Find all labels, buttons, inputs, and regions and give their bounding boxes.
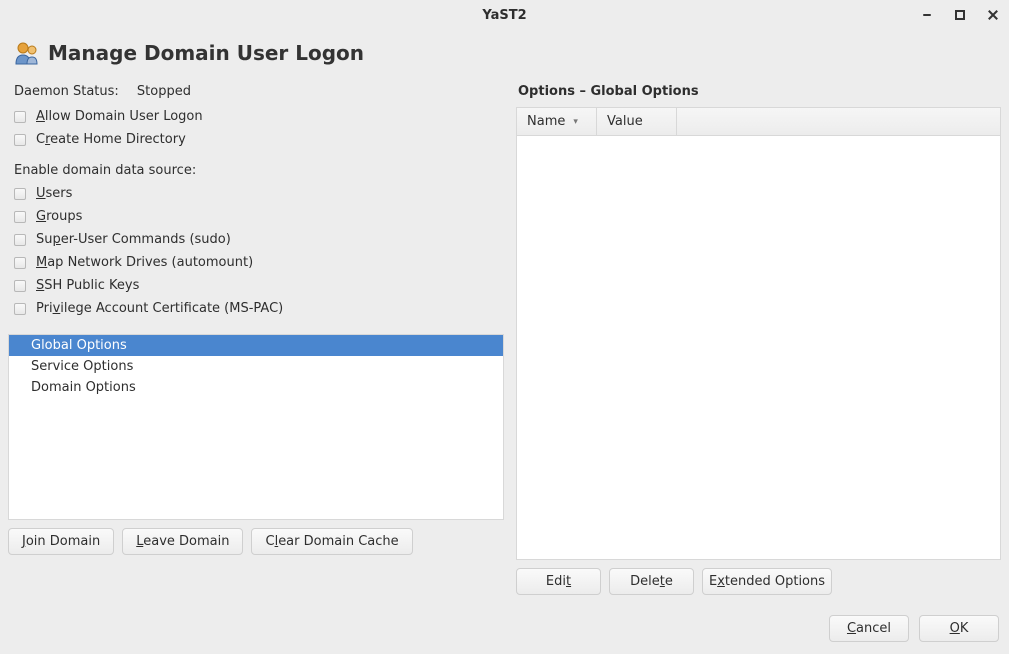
daemon-status-value: Stopped <box>137 84 191 99</box>
automount-row: Map Network Drives (automount) <box>8 251 504 274</box>
ssh-checkbox[interactable] <box>14 280 26 292</box>
automount-label[interactable]: Map Network Drives (automount) <box>36 255 253 270</box>
column-name-label: Name <box>527 114 565 129</box>
extended-options-button[interactable]: Extended Options <box>702 568 832 595</box>
create-home-label[interactable]: Create Home Directory <box>36 132 186 147</box>
groups-label[interactable]: Groups <box>36 209 82 224</box>
title-bar: YaST2 <box>0 0 1009 30</box>
column-value-label: Value <box>607 114 643 129</box>
pac-checkbox[interactable] <box>14 303 26 315</box>
sudo-row: Super-User Commands (sudo) <box>8 228 504 251</box>
daemon-status-row: Daemon Status: Stopped <box>8 84 504 105</box>
pac-label[interactable]: Privilege Account Certificate (MS-PAC) <box>36 301 283 316</box>
close-icon[interactable] <box>985 7 1001 23</box>
create-home-row: Create Home Directory <box>8 128 504 151</box>
page-title: Manage Domain User Logon <box>48 41 364 65</box>
options-panel-title: Options – Global Options <box>516 84 1001 107</box>
cancel-button[interactable]: Cancel <box>829 615 909 642</box>
ok-button[interactable]: OK <box>919 615 999 642</box>
minimize-icon[interactable] <box>919 7 935 23</box>
delete-button[interactable]: Delete <box>609 568 694 595</box>
join-domain-button[interactable]: Join Domain <box>8 528 114 555</box>
sudo-label[interactable]: Super-User Commands (sudo) <box>36 232 231 247</box>
allow-logon-row: Allow Domain User Logon <box>8 105 504 128</box>
column-header-value[interactable]: Value <box>597 108 677 135</box>
automount-checkbox[interactable] <box>14 257 26 269</box>
allow-logon-label[interactable]: Allow Domain User Logon <box>36 109 203 124</box>
allow-logon-checkbox[interactable] <box>14 111 26 123</box>
users-label[interactable]: Users <box>36 186 72 201</box>
window-controls <box>919 0 1001 30</box>
sudo-checkbox[interactable] <box>14 234 26 246</box>
options-item-service[interactable]: Service Options <box>9 356 503 377</box>
right-panel: Options – Global Options Name ▾ Value Ed… <box>516 84 1001 595</box>
column-header-name[interactable]: Name ▾ <box>517 108 597 135</box>
table-header: Name ▾ Value <box>517 108 1000 136</box>
column-header-spacer <box>677 108 1000 135</box>
right-button-row: Edit Delete Extended Options <box>516 560 1001 595</box>
footer: Cancel OK <box>0 595 1009 654</box>
window-title: YaST2 <box>482 8 526 23</box>
users-checkbox[interactable] <box>14 188 26 200</box>
create-home-checkbox[interactable] <box>14 134 26 146</box>
leave-domain-button[interactable]: Leave Domain <box>122 528 243 555</box>
ssh-row: SSH Public Keys <box>8 274 504 297</box>
clear-cache-button[interactable]: Clear Domain Cache <box>251 528 412 555</box>
groups-checkbox[interactable] <box>14 211 26 223</box>
options-item-domain[interactable]: Domain Options <box>9 377 503 398</box>
ssh-label[interactable]: SSH Public Keys <box>36 278 139 293</box>
pac-row: Privilege Account Certificate (MS-PAC) <box>8 297 504 320</box>
data-source-label: Enable domain data source: <box>8 151 504 182</box>
left-panel: Daemon Status: Stopped Allow Domain User… <box>8 84 504 595</box>
yast-window: YaST2 Manage Domain User Logon Daemon St… <box>0 0 1009 654</box>
left-button-row: Join Domain Leave Domain Clear Domain Ca… <box>8 520 504 555</box>
maximize-icon[interactable] <box>955 10 965 20</box>
groups-row: Groups <box>8 205 504 228</box>
users-row: Users <box>8 182 504 205</box>
daemon-status-label: Daemon Status: <box>14 84 119 99</box>
page-header: Manage Domain User Logon <box>0 30 1009 84</box>
users-icon <box>14 40 40 66</box>
options-table: Name ▾ Value <box>516 107 1001 560</box>
content-area: Daemon Status: Stopped Allow Domain User… <box>0 84 1009 595</box>
sort-indicator-icon: ▾ <box>573 117 578 127</box>
options-item-global[interactable]: Global Options <box>9 335 503 356</box>
edit-button[interactable]: Edit <box>516 568 601 595</box>
options-list[interactable]: Global Options Service Options Domain Op… <box>8 334 504 520</box>
table-body[interactable] <box>517 136 1000 559</box>
